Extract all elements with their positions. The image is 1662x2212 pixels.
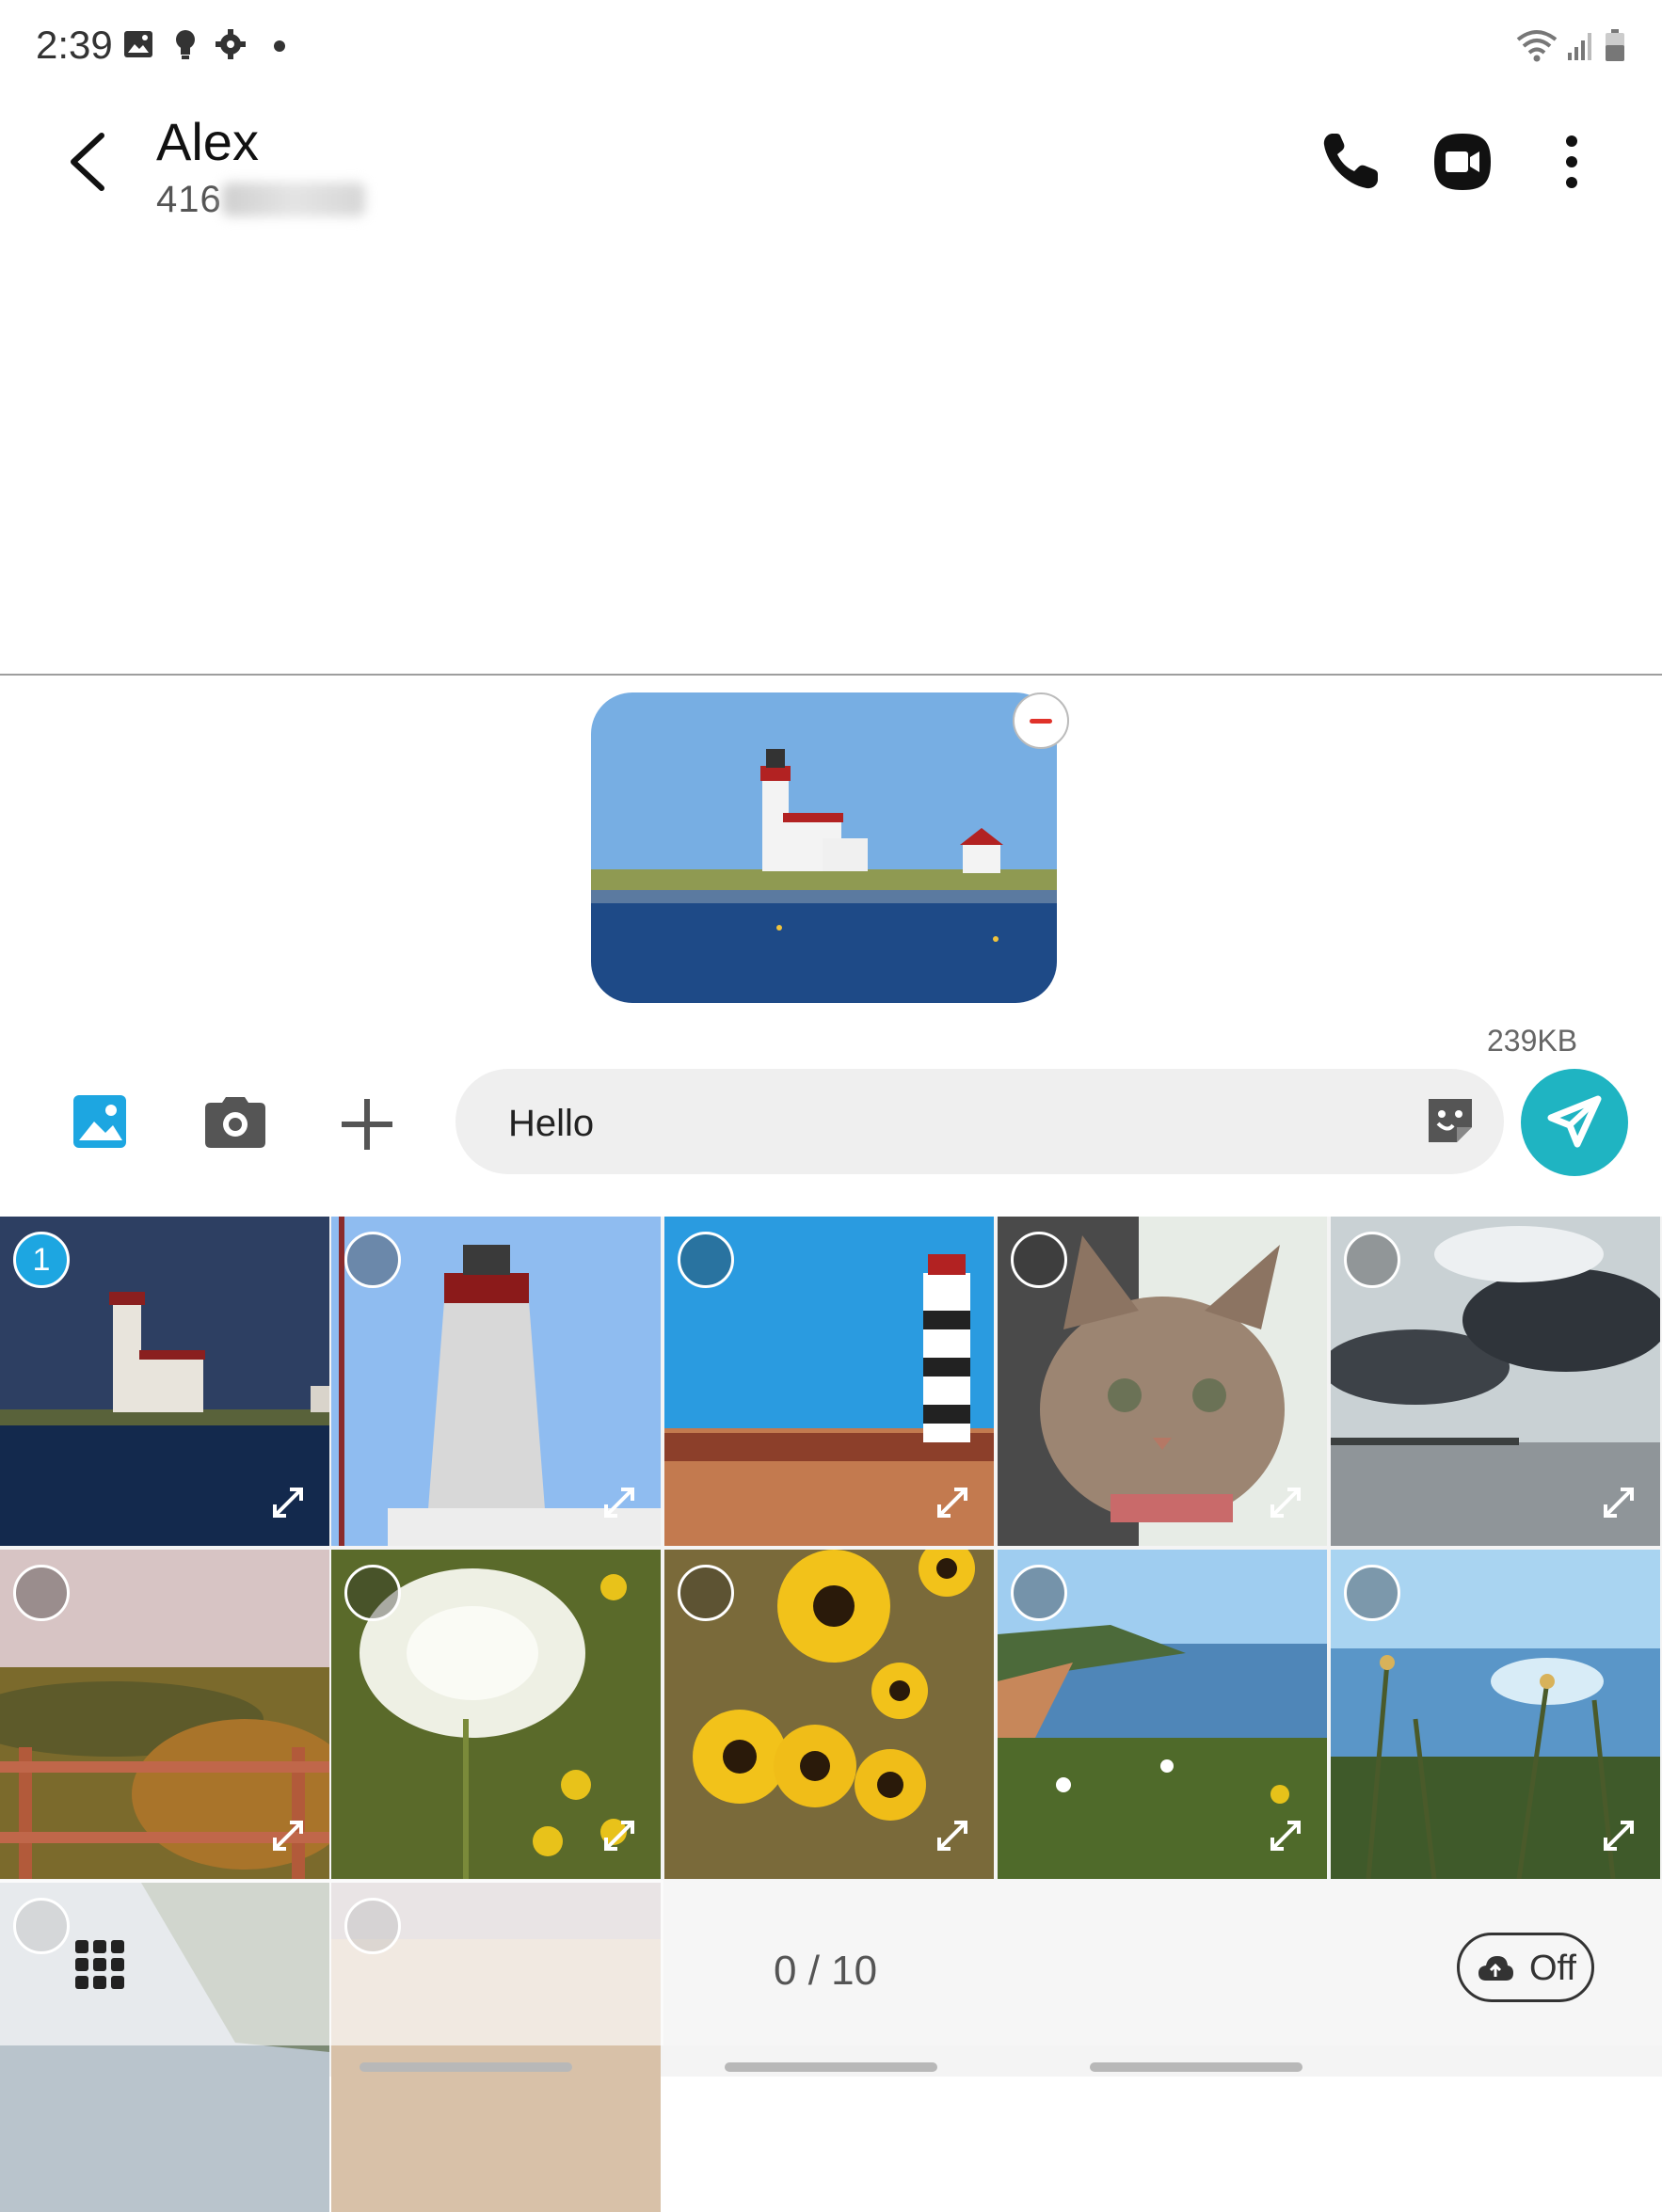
gallery-thumb-striped-lighthouse[interactable] [664,1217,994,1546]
expand-icon[interactable] [1265,1815,1306,1856]
expand-icon[interactable] [599,1815,640,1856]
gallery-thumb-kitten[interactable] [998,1217,1327,1546]
voice-call-button[interactable] [1318,128,1385,196]
expand-icon[interactable] [599,1482,640,1523]
select-circle[interactable] [1011,1232,1067,1288]
gallery-button[interactable] [64,1091,139,1157]
select-circle[interactable] [678,1565,734,1621]
select-circle-selected[interactable]: 1 [13,1232,70,1288]
settings-notification-icon [216,29,246,59]
back-button[interactable] [62,128,119,196]
gallery-thumb-sunset-fence[interactable] [0,1550,329,1879]
select-circle[interactable] [1344,1565,1400,1621]
sticker-icon[interactable] [1423,1093,1478,1148]
camera-button[interactable] [198,1091,273,1157]
gallery-thumb-cloudy-sky[interactable] [1331,1217,1660,1546]
more-options-button[interactable] [1538,128,1606,196]
gallery-thumb-lighthouse-dusk[interactable]: 1 [0,1217,329,1546]
expand-icon[interactable] [1598,1815,1639,1856]
video-call-button[interactable] [1429,128,1496,196]
attachment-size: 239KB [1487,1024,1578,1058]
gallery-thumb-sunflowers[interactable] [664,1550,994,1879]
redacted-phone-digits [222,183,365,216]
gallery-thumb-coast-meadow[interactable] [998,1550,1327,1879]
cloud-upload-toggle[interactable]: Off [1457,1933,1594,2002]
expand-icon[interactable] [267,1815,309,1856]
status-time: 2:39 [36,23,113,67]
select-circle[interactable] [1011,1565,1067,1621]
select-circle[interactable] [344,1565,401,1621]
gallery-notification-icon [124,31,152,57]
message-input[interactable] [455,1069,1504,1174]
select-circle[interactable] [13,1565,70,1621]
status-bar: 2:39 [0,0,1662,94]
battery-icon [1606,29,1624,61]
app-grid-button[interactable] [73,1938,126,1991]
nav-handle-left[interactable] [360,2062,572,2072]
select-circle[interactable] [678,1232,734,1288]
attachment-preview[interactable] [591,692,1057,1003]
signal-icon [1568,33,1591,60]
expand-icon[interactable] [1265,1482,1306,1523]
bulb-notification-icon [176,30,195,59]
select-circle[interactable] [1344,1232,1400,1288]
gallery-thumb-lighthouse-tall[interactable] [331,1217,661,1546]
cloud-toggle-label: Off [1529,1949,1576,1988]
expand-icon[interactable] [267,1482,309,1523]
expand-icon[interactable] [1598,1482,1639,1523]
wifi-icon [1516,30,1558,62]
gallery-thumb-white-flowers[interactable] [331,1550,661,1879]
expand-icon[interactable] [932,1482,973,1523]
nav-handle-right[interactable] [1090,2062,1302,2072]
message-input-text[interactable]: Hello [508,1103,594,1145]
contact-name: Alex [156,112,259,171]
add-attachment-button[interactable] [329,1091,405,1157]
contact-phone: 416 [156,179,222,220]
nav-handle-center[interactable] [725,2062,937,2072]
send-button[interactable] [1521,1069,1628,1176]
select-circle[interactable] [344,1232,401,1288]
send-icon [1547,1095,1602,1148]
selection-count: 0 / 10 [774,1948,878,1994]
more-notifications-dot-icon [274,40,285,52]
cloud-icon [1478,1956,1513,1981]
gallery-thumb-sea-grass[interactable] [1331,1550,1660,1879]
conversation-divider [0,674,1662,676]
expand-icon[interactable] [932,1815,973,1856]
remove-attachment-button[interactable] [1013,692,1069,749]
